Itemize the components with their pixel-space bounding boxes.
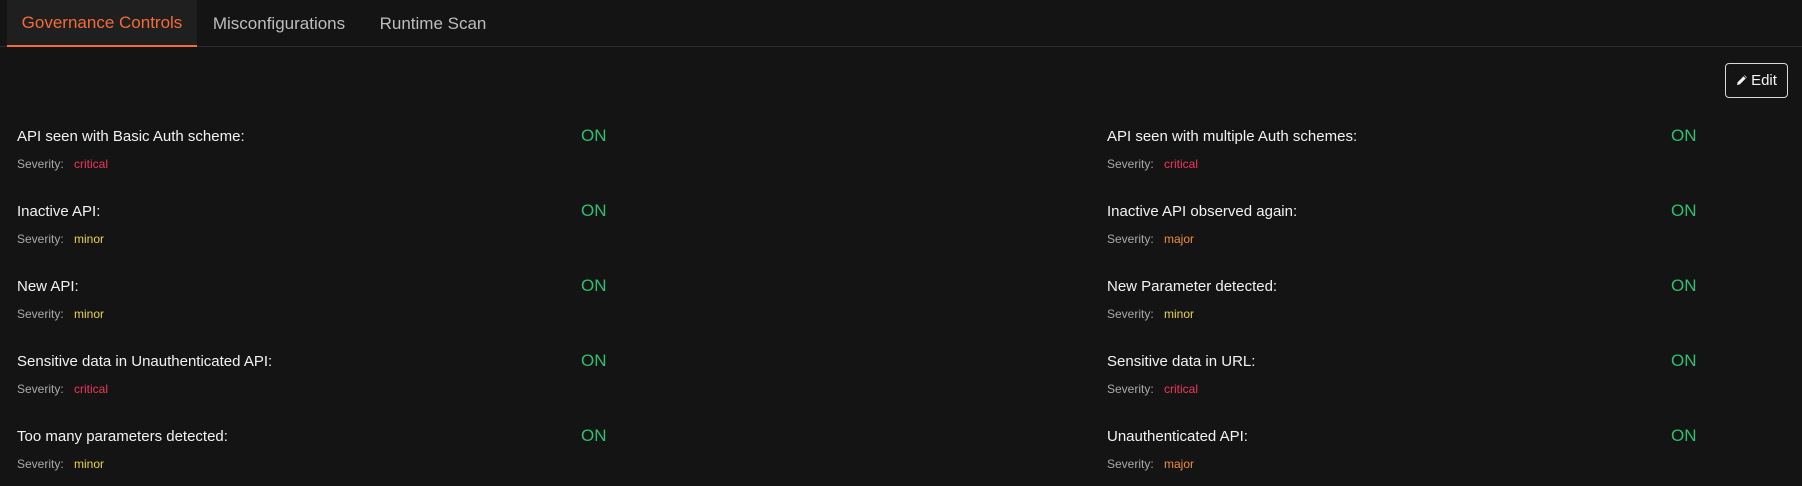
severity-value: minor — [74, 307, 105, 321]
severity-label: Severity: — [17, 457, 64, 471]
control-item: Inactive API: ON Severity: minor — [17, 201, 617, 263]
severity-value: minor — [1164, 307, 1195, 321]
control-status[interactable]: ON — [581, 126, 607, 146]
severity-value: minor — [74, 232, 105, 246]
control-status[interactable]: ON — [1671, 201, 1697, 221]
control-item: Sensitive data in Unauthenticated API: O… — [17, 351, 617, 413]
tab-governance-controls[interactable]: Governance Controls — [7, 0, 197, 47]
severity-value: major — [1164, 232, 1195, 246]
control-item: New Parameter detected: ON Severity: min… — [1107, 276, 1707, 338]
severity-value: critical — [74, 157, 109, 171]
control-item: New API: ON Severity: minor — [17, 276, 617, 338]
severity-value: critical — [1164, 157, 1199, 171]
severity-value: critical — [1164, 382, 1199, 396]
control-status[interactable]: ON — [1671, 351, 1697, 371]
severity-label: Severity: — [1107, 232, 1154, 246]
tab-runtime-scan[interactable]: Runtime Scan — [361, 0, 505, 47]
severity-label: Severity: — [1107, 307, 1154, 321]
control-status[interactable]: ON — [581, 201, 607, 221]
severity-value: critical — [74, 382, 109, 396]
control-item: Sensitive data in URL: ON Severity: crit… — [1107, 351, 1707, 413]
control-status[interactable]: ON — [1671, 426, 1697, 446]
control-title: Sensitive data in URL: — [1107, 353, 1256, 370]
control-title: New Parameter detected: — [1107, 278, 1278, 295]
control-status[interactable]: ON — [1671, 126, 1697, 146]
control-status[interactable]: ON — [581, 426, 607, 446]
severity-label: Severity: — [1107, 382, 1154, 396]
control-title: Sensitive data in Unauthenticated API: — [17, 353, 273, 370]
control-title: New API: — [17, 278, 79, 295]
control-title: Unauthenticated API: — [1107, 428, 1248, 445]
severity-label: Severity: — [17, 157, 64, 171]
severity-label: Severity: — [17, 307, 64, 321]
control-item: API seen with Basic Auth scheme: ON Seve… — [17, 126, 617, 188]
governance-page: Governance Controls Misconfigurations Ru… — [0, 0, 1802, 486]
control-title: API seen with Basic Auth scheme: — [17, 128, 245, 145]
tab-bar: Governance Controls Misconfigurations Ru… — [0, 0, 1802, 47]
control-title: Inactive API observed again: — [1107, 203, 1298, 220]
control-item: Inactive API observed again: ON Severity… — [1107, 201, 1707, 263]
control-item: Too many parameters detected: ON Severit… — [17, 426, 617, 486]
control-item: Unauthenticated API: ON Severity: major — [1107, 426, 1707, 486]
severity-label: Severity: — [17, 382, 64, 396]
severity-value: minor — [74, 457, 105, 471]
edit-button[interactable]: Edit — [1725, 63, 1788, 98]
severity-label: Severity: — [1107, 457, 1154, 471]
severity-value: major — [1164, 457, 1195, 471]
tab-misconfigurations[interactable]: Misconfigurations — [197, 0, 361, 47]
control-item: API seen with multiple Auth schemes: ON … — [1107, 126, 1707, 188]
edit-button-label: Edit — [1751, 71, 1777, 89]
control-status[interactable]: ON — [581, 351, 607, 371]
control-title: Inactive API: — [17, 203, 101, 220]
control-title: Too many parameters detected: — [17, 428, 228, 445]
control-title: API seen with multiple Auth schemes: — [1107, 128, 1358, 145]
pencil-icon — [1736, 73, 1748, 90]
control-status[interactable]: ON — [1671, 276, 1697, 296]
severity-label: Severity: — [17, 232, 64, 246]
control-status[interactable]: ON — [581, 276, 607, 296]
severity-label: Severity: — [1107, 157, 1154, 171]
